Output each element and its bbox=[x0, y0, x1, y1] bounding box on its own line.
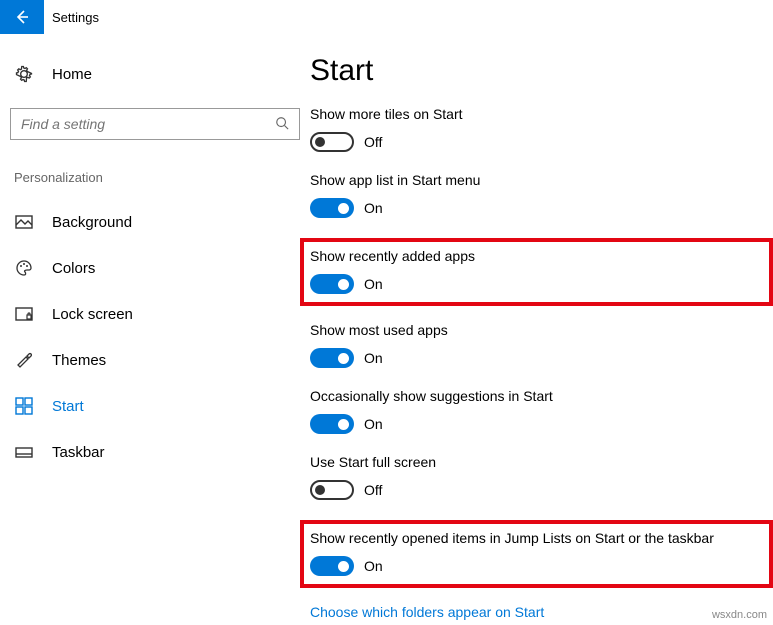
sidebar-item-label: Background bbox=[52, 214, 132, 231]
page-title: Start bbox=[310, 54, 773, 88]
start-icon bbox=[14, 397, 34, 415]
setting-label: Use Start full screen bbox=[310, 454, 773, 470]
section-header: Personalization bbox=[10, 170, 310, 185]
titlebar: Settings bbox=[0, 0, 773, 34]
sidebar-item-label: Lock screen bbox=[52, 306, 133, 323]
setting-label: Show recently added apps bbox=[310, 248, 759, 264]
sidebar-item-colors[interactable]: Colors bbox=[10, 245, 310, 291]
taskbar-icon bbox=[14, 443, 34, 461]
sidebar-item-label: Themes bbox=[52, 352, 106, 369]
sidebar: Home Personalization Background Colors L… bbox=[0, 54, 310, 620]
setting-label: Show recently opened items in Jump Lists… bbox=[310, 530, 759, 546]
themes-icon bbox=[14, 351, 34, 369]
toggle-state: Off bbox=[364, 134, 382, 150]
toggle-switch[interactable] bbox=[310, 480, 354, 500]
toggle-switch[interactable] bbox=[310, 274, 354, 294]
setting-label: Show more tiles on Start bbox=[310, 106, 773, 122]
setting-2: Show recently added apps On bbox=[300, 238, 773, 306]
sidebar-item-label: Colors bbox=[52, 260, 95, 277]
search-box[interactable] bbox=[10, 108, 300, 140]
toggle-switch[interactable] bbox=[310, 414, 354, 434]
main-content: Start Show more tiles on Start Off Show ap… bbox=[310, 54, 773, 620]
sidebar-item-label: Taskbar bbox=[52, 444, 105, 461]
sidebar-item-themes[interactable]: Themes bbox=[10, 337, 310, 383]
home-nav[interactable]: Home bbox=[10, 54, 310, 94]
sidebar-item-start[interactable]: Start bbox=[10, 383, 310, 429]
setting-3: Show most used apps On bbox=[310, 322, 773, 368]
toggle-switch[interactable] bbox=[310, 348, 354, 368]
lock-screen-icon bbox=[14, 305, 34, 323]
home-label: Home bbox=[52, 66, 92, 83]
search-input[interactable] bbox=[21, 116, 275, 132]
setting-4: Occasionally show suggestions in Start On bbox=[310, 388, 773, 434]
setting-label: Occasionally show suggestions in Start bbox=[310, 388, 773, 404]
toggle-state: On bbox=[364, 350, 383, 366]
sidebar-item-taskbar[interactable]: Taskbar bbox=[10, 429, 310, 475]
toggle-state: On bbox=[364, 200, 383, 216]
background-icon bbox=[14, 213, 34, 231]
setting-1: Show app list in Start menu On bbox=[310, 172, 773, 218]
toggle-switch[interactable] bbox=[310, 132, 354, 152]
watermark: wsxdn.com bbox=[712, 609, 767, 621]
arrow-left-icon bbox=[14, 9, 30, 25]
sidebar-item-background[interactable]: Background bbox=[10, 199, 310, 245]
window-title: Settings bbox=[52, 10, 99, 25]
toggle-state: On bbox=[364, 416, 383, 432]
toggle-switch[interactable] bbox=[310, 198, 354, 218]
sidebar-item-lock-screen[interactable]: Lock screen bbox=[10, 291, 310, 337]
setting-0: Show more tiles on Start Off bbox=[310, 106, 773, 152]
setting-5: Use Start full screen Off bbox=[310, 454, 773, 500]
toggle-state: Off bbox=[364, 482, 382, 498]
toggle-state: On bbox=[364, 558, 383, 574]
gear-icon bbox=[14, 64, 34, 84]
setting-label: Show most used apps bbox=[310, 322, 773, 338]
setting-6: Show recently opened items in Jump Lists… bbox=[300, 520, 773, 588]
setting-label: Show app list in Start menu bbox=[310, 172, 773, 188]
back-button[interactable] bbox=[0, 0, 44, 34]
colors-icon bbox=[14, 259, 34, 277]
folders-link[interactable]: Choose which folders appear on Start bbox=[310, 604, 773, 620]
search-icon bbox=[275, 116, 289, 133]
sidebar-item-label: Start bbox=[52, 398, 84, 415]
toggle-state: On bbox=[364, 276, 383, 292]
toggle-switch[interactable] bbox=[310, 556, 354, 576]
